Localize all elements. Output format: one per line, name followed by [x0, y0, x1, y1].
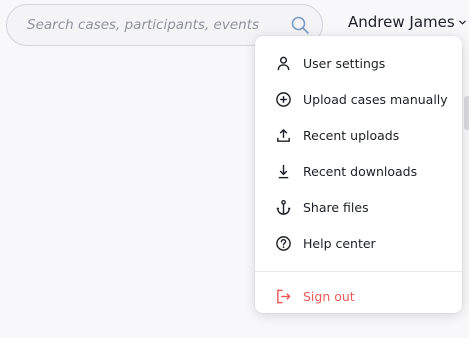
- user-icon: [277, 56, 290, 70]
- page: Andrew James User settings Upload cases: [0, 0, 469, 338]
- plus-circle-icon: [276, 91, 291, 107]
- menu-item-upload-cases[interactable]: Upload cases manually: [255, 81, 462, 117]
- logout-icon: [277, 289, 291, 303]
- menu-item-label: Upload cases manually: [303, 91, 448, 107]
- chevron-down-icon: [458, 20, 466, 24]
- help-circle-icon: [276, 235, 291, 251]
- menu-item-share-files[interactable]: Share files: [255, 189, 462, 225]
- upload-icon: [277, 128, 290, 142]
- menu-item-label: Recent downloads: [303, 163, 418, 179]
- user-dropdown-menu: User settings Upload cases manually Rece…: [255, 36, 462, 313]
- sign-out-label: Sign out: [303, 288, 355, 304]
- anchor-icon: [276, 199, 291, 215]
- search-input[interactable]: [27, 17, 282, 33]
- menu-item-help-center[interactable]: Help center: [255, 225, 462, 261]
- scrollbar-thumb[interactable]: [464, 96, 469, 130]
- menu-item-label: Share files: [303, 199, 369, 215]
- menu-divider: [255, 271, 462, 272]
- menu-item-user-settings[interactable]: User settings: [255, 45, 462, 81]
- sign-out-button[interactable]: Sign out: [255, 278, 462, 314]
- menu-item-label: Recent uploads: [303, 127, 400, 143]
- menu-item-label: User settings: [303, 55, 386, 71]
- user-menu-button[interactable]: Andrew James: [348, 13, 467, 31]
- menu-item-label: Help center: [303, 235, 376, 251]
- search-icon[interactable]: [290, 15, 310, 35]
- download-icon: [278, 164, 289, 178]
- menu-item-recent-downloads[interactable]: Recent downloads: [255, 153, 462, 189]
- menu-item-recent-uploads[interactable]: Recent uploads: [255, 117, 462, 153]
- user-name: Andrew James: [348, 13, 455, 31]
